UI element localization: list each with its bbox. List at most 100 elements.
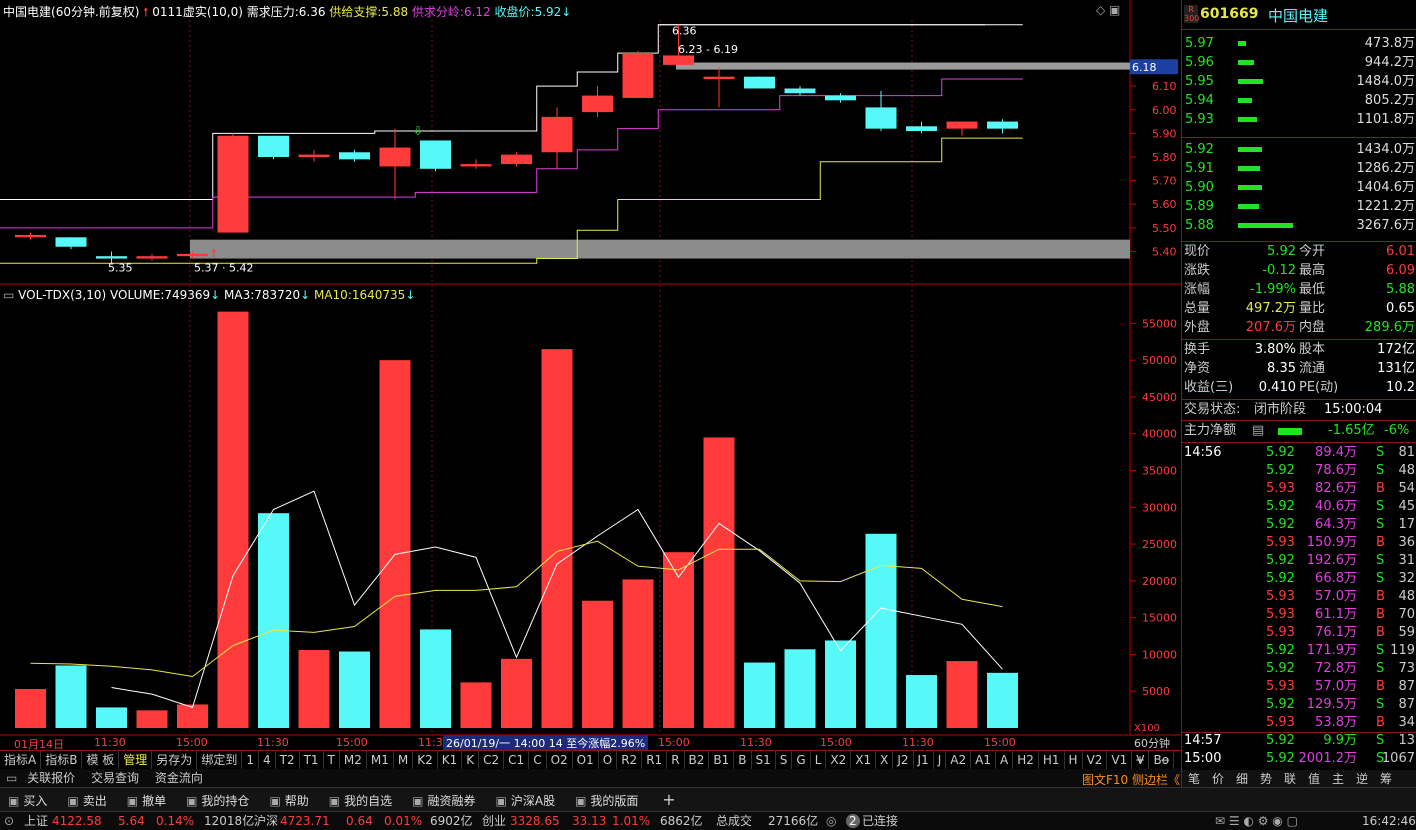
indicator-tab[interactable]: J2 [893, 751, 914, 769]
tick-count: 48 [1398, 589, 1415, 604]
indicator-tab[interactable]: B1 [709, 751, 735, 769]
resistance-zone [676, 62, 1130, 70]
panel-tab[interactable]: 筹 [1374, 770, 1398, 788]
indicator-tab[interactable]: 管理 [119, 751, 153, 769]
indicator-tab[interactable]: J1 [914, 751, 934, 769]
indicator-tab[interactable]: 另存为 [152, 751, 198, 769]
bid-row[interactable]: 5.89 1221.2万 [1182, 198, 1416, 216]
indicator-tab[interactable]: S1 [752, 751, 776, 769]
indicator-tab[interactable]: V1 [1107, 751, 1133, 769]
indicator-tab[interactable]: R1 [642, 751, 668, 769]
indicator-tab[interactable]: C1 [504, 751, 530, 769]
indicator-tab[interactable]: A2 [946, 751, 972, 769]
indicator-tab[interactable]: M2 [340, 751, 367, 769]
indicator-tab[interactable]: J [934, 751, 947, 769]
sidebar-link[interactable]: 图文F10 侧边栏《 [1082, 771, 1180, 788]
indicator-tab[interactable]: S [776, 751, 793, 769]
vol-menu-icon[interactable]: ▭ [3, 288, 14, 302]
indicator-tab[interactable]: O [599, 751, 618, 769]
indicator-tab[interactable]: X1 [851, 751, 877, 769]
chart-area[interactable]: 中国电建(60分钟.前复权) 🠕 0111虚实(10,0) 需求压力:6.36 … [0, 0, 1182, 751]
indicator-tab[interactable]: X [876, 751, 894, 769]
indicator-tab[interactable]: H [1065, 751, 1083, 769]
indicator-tab[interactable]: M [394, 751, 414, 769]
volume-chart[interactable]: 55000 50000 45000 40000 35000 30000 25000 20000… [0, 285, 1181, 750]
indicator-tab[interactable]: C2 [479, 751, 505, 769]
panel-tab[interactable]: 笔 [1182, 770, 1206, 788]
indicator-tab[interactable]: B2 [685, 751, 710, 769]
indicator-tab[interactable]: 指标A [0, 751, 42, 769]
action-holdings-button[interactable]: ▣ 我的持仓 [186, 789, 249, 813]
action-watchlist-button[interactable]: ▣ 我的自选 [329, 789, 392, 813]
indicator-tab[interactable]: B [734, 751, 752, 769]
bid-row[interactable]: 5.90 1404.6万 [1182, 179, 1416, 197]
indicator-tab[interactable]: H1 [1039, 751, 1065, 769]
indicator-tab[interactable]: R [667, 751, 685, 769]
volume-bar [501, 658, 532, 728]
indicator-tab[interactable]: T2 [276, 751, 300, 769]
zoom-in-button[interactable]: + [1135, 751, 1145, 769]
indicator-tab[interactable]: R2 [617, 751, 643, 769]
indicator-tab[interactable]: T [324, 751, 340, 769]
indicator-tab[interactable]: O2 [547, 751, 573, 769]
price-chart[interactable]: 6.10 6.00 5.90 5.80 5.70 5.60 5.50 5.40 6.18 6.36… [0, 0, 1181, 285]
panel-tab[interactable]: 逆 [1350, 770, 1374, 788]
ask-row[interactable]: 5.96 944.2万 [1182, 54, 1416, 72]
volume-bar [339, 651, 370, 728]
candle [460, 159, 492, 169]
action-layout-button[interactable]: ▣ 我的版面 [575, 789, 638, 813]
ask-row[interactable]: 5.95 1484.0万 [1182, 73, 1416, 91]
panel-tab[interactable]: 主 [1326, 770, 1350, 788]
add-icon[interactable]: + [662, 790, 675, 809]
indicator-tab[interactable]: K [462, 751, 480, 769]
bid-row[interactable]: 5.88 3267.6万 [1182, 217, 1416, 235]
indicator-tab[interactable]: 绑定到 [197, 751, 243, 769]
money-flow-link[interactable]: 资金流向 [155, 771, 203, 785]
quote-label: 内盘 [1299, 320, 1326, 335]
ask-row[interactable]: 5.93 1101.8万 [1182, 111, 1416, 129]
panel-tab[interactable]: 势 [1254, 770, 1278, 788]
ask-row[interactable]: 5.97 473.8万 [1182, 35, 1416, 53]
panel-toggle-icon[interactable]: ▭ [6, 771, 17, 785]
action-cancel-button[interactable]: ▣ 撤单 [127, 789, 166, 813]
indicator-tab[interactable]: T1 [300, 751, 324, 769]
indicator-tab[interactable]: A [996, 751, 1014, 769]
bid-row[interactable]: 5.91 1286.2万 [1182, 160, 1416, 178]
indicator-tab[interactable]: K2 [413, 751, 438, 769]
bid-row[interactable]: 5.92 1434.0万 [1182, 141, 1416, 159]
indicator-tab[interactable]: M1 [367, 751, 394, 769]
list-icon[interactable]: ▤ [1252, 422, 1264, 440]
status-tray-icons[interactable]: ✉ ☰ ◐ ⚙ ◉ ▢ [1215, 812, 1298, 830]
panel-tab[interactable]: 联 [1278, 770, 1302, 788]
ask-row[interactable]: 5.94 805.2万 [1182, 92, 1416, 110]
panel-tab[interactable]: 细 [1230, 770, 1254, 788]
indicator-tab[interactable]: 指标B [41, 751, 83, 769]
action-market-button[interactable]: ▣ 沪深A股 [496, 789, 556, 813]
related-quotes-link[interactable]: 关联报价 [27, 771, 75, 785]
action-buy-button[interactable]: ▣ 买入 [8, 789, 47, 813]
indicator-tab[interactable]: V2 [1083, 751, 1108, 769]
panel-tab[interactable]: 值 [1302, 770, 1326, 788]
indicator-tab[interactable]: X2 [826, 751, 852, 769]
indicator-tab[interactable]: 模 板 [82, 751, 120, 769]
indicator-tab[interactable]: G [792, 751, 811, 769]
indicator-tab[interactable]: A1 [971, 751, 996, 769]
tick-volume: 40.6万 [1315, 499, 1357, 514]
volume-tick-label: 5000 [1142, 685, 1170, 698]
panel-tab[interactable]: 价 [1206, 770, 1230, 788]
status-menu-icon[interactable]: ⊙ [4, 812, 14, 830]
indicator-tab[interactable]: L [811, 751, 827, 769]
zoom-out-button[interactable]: − [1160, 751, 1170, 769]
indicator-tab[interactable]: 4 [259, 751, 276, 769]
action-help-button[interactable]: ▣ 帮助 [269, 789, 308, 813]
period-label-axis[interactable]: 60分钟 [1134, 735, 1170, 751]
indicator-tab[interactable]: 1 [242, 751, 259, 769]
action-margin-button[interactable]: ▣ 融资融券 [412, 789, 475, 813]
indicator-tab[interactable]: K1 [438, 751, 463, 769]
trade-query-link[interactable]: 交易查询 [91, 771, 139, 785]
indicator-tab[interactable]: H2 [1013, 751, 1039, 769]
indicator-tab[interactable]: C [529, 751, 547, 769]
action-sell-button[interactable]: ▣ 卖出 [67, 789, 106, 813]
quote-value: 289.6万 [1364, 320, 1415, 335]
indicator-tab[interactable]: O1 [573, 751, 599, 769]
